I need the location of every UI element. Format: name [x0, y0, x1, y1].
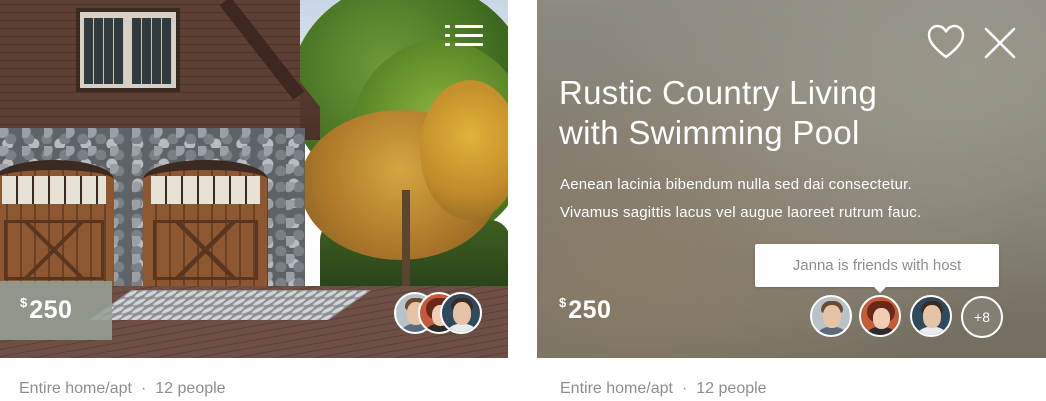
price-currency: $	[559, 295, 567, 310]
price-currency: $	[20, 295, 28, 310]
list-icon[interactable]	[445, 23, 485, 49]
caption-separator: ·	[140, 380, 147, 397]
listing-card-photo[interactable]: $ 250	[0, 0, 508, 358]
listing-title-line: Rustic Country Living	[559, 74, 878, 111]
friend-avatar[interactable]	[859, 295, 901, 337]
listing-title-line: with Swimming Pool	[559, 114, 860, 151]
friend-avatar[interactable]	[910, 295, 952, 337]
friend-avatar[interactable]	[440, 292, 482, 334]
listing-title: Rustic Country Living with Swimming Pool	[559, 73, 999, 153]
friend-avatar[interactable]	[810, 295, 852, 337]
listing-type: Entire home/apt	[19, 380, 132, 397]
listing-type: Entire home/apt	[560, 380, 673, 397]
listing-description-line: Vivamus sagittis lacus vel augue laoreet…	[560, 204, 922, 221]
heart-icon[interactable]	[927, 24, 965, 60]
price-amount: 250	[568, 296, 612, 324]
listing-description-line: Aenean lacinia bibendum nulla sed dai co…	[560, 176, 912, 193]
more-friends-button[interactable]: +8	[961, 296, 1003, 338]
listing-description: Aenean lacinia bibendum nulla sed dai co…	[560, 171, 1020, 227]
listing-card-details[interactable]: Rustic Country Living with Swimming Pool…	[537, 0, 1046, 358]
caption-separator: ·	[681, 380, 688, 397]
price-badge: $ 250	[0, 281, 112, 340]
close-icon[interactable]	[983, 26, 1017, 60]
tooltip-arrow	[873, 286, 887, 293]
listing-caption: Entire home/apt · 12 people	[560, 380, 767, 398]
price-amount: 250	[29, 296, 73, 324]
listing-caption: Entire home/apt · 12 people	[19, 380, 226, 398]
listing-capacity: 12 people	[155, 380, 226, 397]
listing-capacity: 12 people	[696, 380, 767, 397]
friend-tooltip: Janna is friends with host	[755, 244, 999, 287]
price-label: $ 250	[559, 295, 612, 325]
